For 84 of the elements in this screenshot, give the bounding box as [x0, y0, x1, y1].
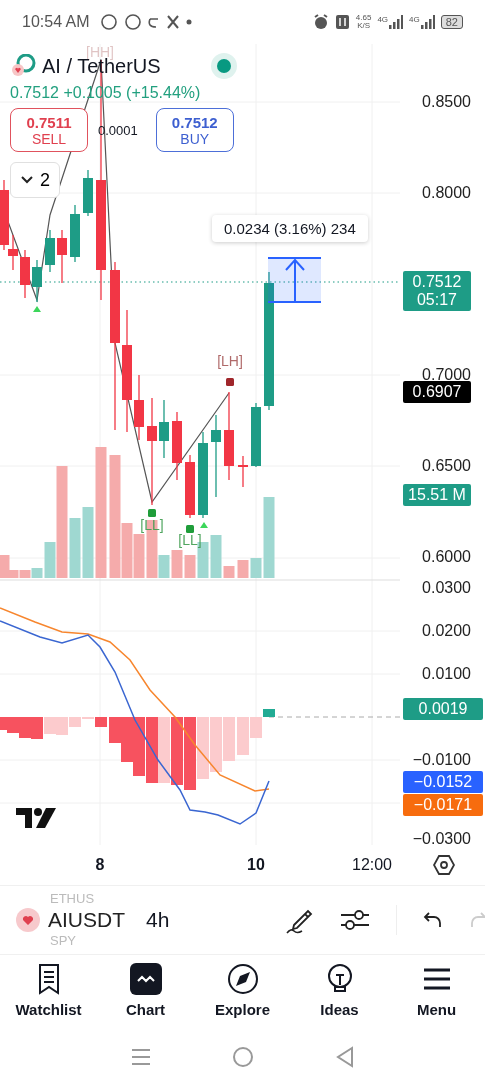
price-axis-label: 0.8000: [422, 184, 471, 202]
square-marker-icon: [148, 509, 156, 517]
histogram-bar: [158, 717, 170, 783]
candle: [159, 399, 169, 459]
time-axis-label: 10: [247, 856, 265, 874]
macd-badge: −0.0152: [403, 771, 483, 793]
macd-badge: −0.0171: [403, 794, 483, 816]
macd-axis-label: 0.0200: [422, 622, 471, 640]
macd-badge: 0.0019: [403, 698, 483, 720]
pivot-label: [LH]: [217, 353, 243, 369]
histogram-bar: [44, 717, 56, 734]
symbol-option[interactable]: AIUSDT: [48, 906, 125, 934]
network-type: 4G: [377, 15, 389, 24]
dot-icon: [185, 19, 192, 25]
price-badge: 0.6907: [403, 381, 471, 403]
price-axis-label: 0.6000: [422, 548, 471, 566]
undo-icon[interactable]: [423, 911, 443, 929]
candle: [83, 169, 93, 217]
interval-button[interactable]: 4h: [146, 908, 170, 932]
signal-icon: [420, 15, 435, 29]
nav-tab[interactable]: Menu: [388, 955, 485, 1033]
histogram-bar: [210, 717, 222, 772]
recents-icon[interactable]: [130, 1047, 151, 1066]
candle: [172, 411, 182, 481]
network-type: 4G: [409, 15, 420, 24]
logo-icon: [16, 808, 56, 828]
nav-tab[interactable]: Explore: [194, 955, 291, 1033]
triangle-marker-icon: [200, 522, 208, 528]
candle: [185, 454, 195, 519]
chevron-down-icon: [20, 175, 34, 185]
macd-axis-label: −0.0100: [412, 751, 471, 769]
network-speed: 4.65 K/S: [355, 14, 372, 30]
histogram-bar: [133, 717, 145, 776]
price-axis-label: 0.8500: [422, 93, 471, 111]
histogram-bar: [146, 717, 158, 783]
candle: [134, 374, 144, 441]
status-time: 10:54 AM: [22, 13, 90, 31]
time-axis-label: 12:00: [352, 856, 392, 874]
pivot-label: [LL]: [178, 532, 202, 548]
triangle-marker-icon: [33, 306, 41, 312]
candle: [70, 204, 80, 263]
pivot-label: [LL]: [140, 517, 164, 533]
price-badge: 15.51 M: [403, 484, 471, 506]
candle: [45, 229, 55, 273]
price-badge: 0.7512 05:17: [403, 271, 471, 311]
candle: [20, 249, 30, 299]
square-marker-icon: [226, 378, 234, 386]
hook-icon: [147, 15, 160, 29]
measure-box: [267, 257, 322, 303]
x-icon: [165, 15, 180, 29]
indicators-toggle[interactable]: 2: [10, 162, 60, 198]
price-axis-label: 0.6500: [422, 457, 471, 475]
coin-icon: [10, 54, 36, 78]
measure-tooltip: 0.0234 (3.16%) 234: [212, 215, 368, 242]
candle: [251, 402, 261, 468]
nav-tab[interactable]: Watchlist: [0, 955, 97, 1033]
volume-bar: [133, 534, 145, 578]
price-axis-label: 0.7000: [422, 366, 471, 384]
circle-icon: [99, 13, 118, 31]
candle: [32, 259, 42, 303]
histogram-bar: [223, 717, 235, 761]
nav-tab[interactable]: Chart: [97, 955, 194, 1033]
home-icon[interactable]: [232, 1045, 255, 1068]
time-axis-label: 8: [95, 856, 105, 874]
histogram-bar: [31, 717, 43, 739]
square-marker-icon: [186, 525, 194, 533]
candle: [57, 229, 67, 284]
macd-axis-label: −0.0300: [412, 830, 471, 848]
back-icon[interactable]: [336, 1045, 355, 1068]
volume-bar: [237, 560, 249, 578]
alarm-icon: [312, 14, 329, 30]
sliders-icon[interactable]: [340, 907, 370, 933]
sell-button[interactable]: 0.7511 SELL: [10, 108, 88, 152]
histogram-bar: [171, 717, 183, 785]
nav-tab[interactable]: Ideas: [291, 955, 388, 1033]
histogram-bar: [197, 717, 209, 779]
battery-level: 82: [440, 15, 463, 29]
candle: [238, 455, 248, 488]
volume-bar: [171, 550, 183, 578]
buy-button[interactable]: 0.7512 BUY: [155, 108, 234, 152]
macd-axis-label: 0.0300: [422, 579, 471, 597]
signal-icon: [389, 15, 404, 29]
macd-axis-label: 0.0100: [422, 665, 471, 683]
settings-icon[interactable]: [433, 854, 455, 876]
